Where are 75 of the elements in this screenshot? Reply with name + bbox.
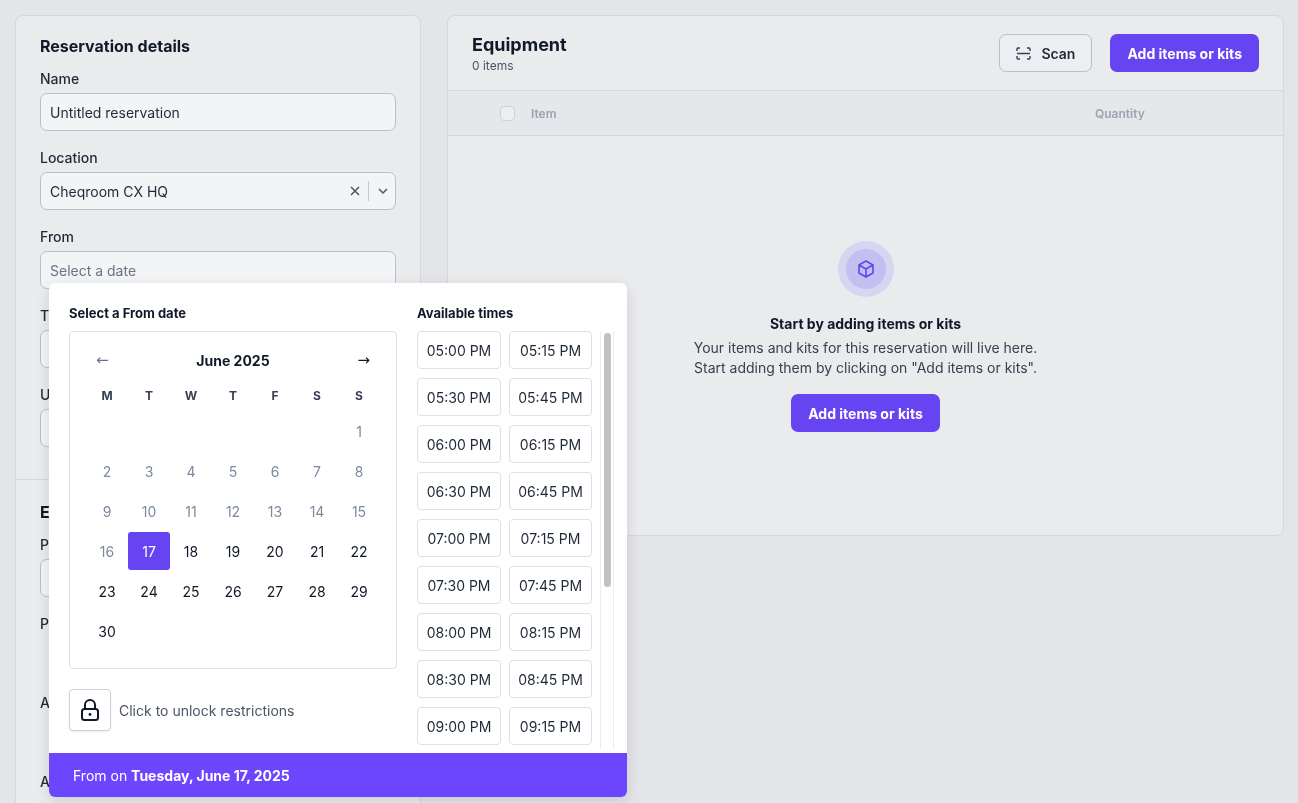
select-all-checkbox[interactable] [500,105,515,121]
scrollbar[interactable] [600,331,614,749]
calendar-day[interactable]: 22 [338,532,380,570]
weekday-label: S [313,387,321,403]
calendar-day[interactable]: 21 [296,532,338,570]
section-title: Reservation details [40,36,191,56]
time-slot[interactable]: 06:15 PM [509,425,592,463]
time-slot[interactable]: 08:00 PM [417,613,501,651]
calendar-day[interactable]: 27 [254,572,296,610]
previous-month-button[interactable]: ← [90,349,115,371]
field-label: A [40,694,50,711]
weekday-label: S [355,387,363,403]
time-slot[interactable]: 06:00 PM [417,425,501,463]
scan-icon [1016,46,1032,60]
calendar-day[interactable]: 20 [254,532,296,570]
time-slot[interactable]: 08:30 PM [417,660,501,698]
time-slot[interactable]: 09:00 PM [417,707,501,745]
add-items-button[interactable]: Add items or kits [791,394,940,432]
calendar-day[interactable]: 17 [128,532,170,570]
chevron-down-icon[interactable] [377,187,389,195]
section-title: E [40,502,50,522]
lock-button[interactable] [69,689,111,731]
calendar-day[interactable]: 25 [170,572,212,610]
field-label: A [40,773,50,790]
times-title: Available times [417,305,515,321]
empty-state-title: Start by adding items or kits [769,315,962,332]
time-slot[interactable]: 07:15 PM [509,519,592,557]
field-label: P [40,615,49,632]
panel-title: Equipment [472,34,567,55]
month-label: June 2025 [196,351,270,369]
weekday-label: T [229,387,237,403]
time-slot[interactable]: 06:45 PM [509,472,592,510]
time-slot[interactable]: 08:15 PM [509,613,592,651]
weekday-label: W [184,387,198,403]
calendar-day[interactable]: 29 [338,572,380,610]
field-label: U [40,386,51,403]
time-slot[interactable]: 06:30 PM [417,472,501,510]
time-slot[interactable]: 08:45 PM [509,660,592,698]
weekday-label: M [101,387,113,403]
time-slot[interactable]: 05:30 PM [417,378,501,416]
time-slot[interactable]: 07:45 PM [509,566,592,604]
calendar-day[interactable]: 26 [212,572,254,610]
clear-icon[interactable] [350,186,360,196]
calendar-day[interactable]: 24 [128,572,170,610]
scan-button[interactable]: Scan [999,34,1093,72]
field-label: From [40,228,74,245]
field-label: Name [40,70,80,87]
text-field[interactable]: Untitled reservation [40,93,396,131]
lock-icon [80,699,100,721]
item-count: 0 items [472,58,515,73]
next-month-button[interactable]: → [351,349,376,371]
time-slot[interactable]: 05:15 PM [509,331,592,369]
selected-date-text: From on Tuesday, June 17, 2025 [73,766,290,784]
empty-state-text: Your items and kits for this reservation will live here. Start adding them by clicking on "Add items or kits". [693,338,1038,378]
weekday-label: T [145,387,153,403]
column-header: Quantity [1095,105,1145,121]
add-items-button[interactable]: Add items or kits [1110,34,1259,72]
weekday-label: F [271,387,279,403]
time-slot[interactable]: 05:45 PM [509,378,592,416]
time-slot[interactable]: 05:00 PM [417,331,501,369]
time-slot[interactable]: 09:15 PM [509,707,592,745]
unlock-text: Click to unlock restrictions [119,701,295,719]
location-select[interactable]: Cheqroom CX HQ [40,172,396,210]
calendar-day[interactable]: 28 [296,572,338,610]
calendar-day[interactable]: 19 [212,532,254,570]
time-slot[interactable]: 07:00 PM [417,519,501,557]
calendar-day[interactable]: 23 [86,572,128,610]
calendar-day[interactable]: 18 [170,532,212,570]
column-header: Item [531,105,557,121]
field-label: T [40,307,50,324]
field-label: Location [40,149,98,166]
time-slot[interactable]: 07:30 PM [417,566,501,604]
picker-title: Select a From date [69,305,188,321]
field-label: P [40,536,49,553]
calendar-day[interactable]: 30 [86,612,128,650]
